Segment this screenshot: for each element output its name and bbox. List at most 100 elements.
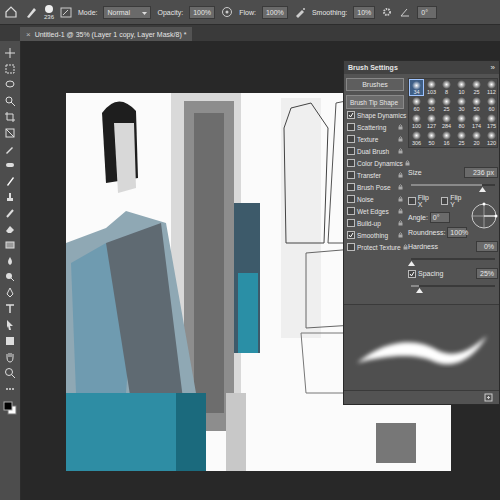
brush-option-item[interactable]: Dual Brush [346, 145, 404, 157]
hand-icon[interactable] [4, 349, 16, 361]
brush-preset[interactable]: 30 [454, 96, 469, 113]
brush-preset[interactable]: 25 [454, 130, 469, 147]
option-checkbox[interactable] [347, 195, 355, 203]
marquee-icon[interactable] [4, 61, 16, 73]
flow-field[interactable]: 100% [262, 6, 288, 19]
mode-dropdown[interactable]: Normal [103, 6, 151, 19]
brush-preset[interactable]: 100 [409, 113, 424, 130]
angle-field[interactable]: 0° [417, 6, 437, 19]
new-brush-icon[interactable] [484, 393, 493, 402]
brush-settings-icon[interactable] [60, 6, 72, 18]
brush-preset[interactable]: 103 [424, 79, 439, 96]
brush-option-item[interactable]: Brush Pose [346, 181, 404, 193]
pen-icon[interactable] [4, 285, 16, 297]
checkbox[interactable] [408, 197, 416, 205]
brush-preset[interactable]: 306 [409, 130, 424, 147]
brush-preset[interactable]: 50 [424, 96, 439, 113]
size-slider[interactable] [411, 184, 495, 186]
roundness-field[interactable]: 100% [447, 227, 467, 238]
brush-preset[interactable]: 50 [424, 130, 439, 147]
blur-icon[interactable] [4, 253, 16, 265]
brush-preset[interactable]: 120 [484, 130, 499, 147]
brush-option-item[interactable]: Scattering [346, 121, 404, 133]
option-checkbox[interactable] [347, 123, 355, 131]
lock-icon[interactable] [403, 244, 408, 250]
flip-y-checkbox[interactable]: Flip Y [441, 194, 467, 208]
lock-icon[interactable] [398, 220, 403, 226]
brush-preset[interactable]: 20 [469, 130, 484, 147]
brush-option-item[interactable]: Smoothing [346, 229, 404, 241]
lock-icon[interactable] [398, 184, 403, 190]
slider-knob-icon[interactable] [479, 186, 486, 191]
option-checkbox[interactable] [347, 243, 355, 251]
brush-preset[interactable]: 60 [484, 96, 499, 113]
brush-preset[interactable]: 284 [439, 113, 454, 130]
frame-icon[interactable] [4, 125, 16, 137]
lock-icon[interactable] [405, 160, 410, 166]
brush-preset[interactable]: 127 [424, 113, 439, 130]
option-checkbox[interactable] [347, 183, 355, 191]
flip-x-checkbox[interactable]: Flip X [408, 194, 435, 208]
brush-preset[interactable]: 25 [439, 96, 454, 113]
gear-icon[interactable] [381, 6, 393, 18]
zoom-icon[interactable] [4, 365, 16, 377]
brush-option-item[interactable]: Transfer [346, 169, 404, 181]
quick-select-icon[interactable] [4, 93, 16, 105]
type-icon[interactable] [4, 301, 16, 313]
brush-icon[interactable] [4, 173, 16, 185]
option-checkbox[interactable] [347, 147, 355, 155]
option-checkbox[interactable] [347, 219, 355, 227]
brush-option-item[interactable]: Wet Edges [346, 205, 404, 217]
angle-roundness-widget-icon[interactable] [470, 202, 498, 230]
brush-preset[interactable]: 175 [484, 113, 499, 130]
checkbox[interactable] [441, 197, 449, 205]
history-brush-icon[interactable] [4, 205, 16, 217]
path-select-icon[interactable] [4, 317, 16, 329]
option-checkbox[interactable] [347, 135, 355, 143]
crop-icon[interactable] [4, 109, 16, 121]
color-swatches-icon[interactable] [3, 401, 17, 415]
slider-knob-icon[interactable] [408, 260, 415, 265]
spacing-slider[interactable] [411, 285, 495, 287]
gradient-icon[interactable] [4, 237, 16, 249]
document-tab[interactable]: ×Untitled-1 @ 35% (Layer 1 copy, Layer M… [20, 27, 192, 41]
lock-icon[interactable] [398, 148, 403, 154]
brush-option-item[interactable]: Shape Dynamics [346, 109, 404, 121]
brush-option-item[interactable]: Build-up [346, 217, 404, 229]
lock-icon[interactable] [398, 208, 403, 214]
move-icon[interactable] [4, 45, 16, 57]
option-checkbox[interactable] [347, 231, 355, 239]
tab-close-button[interactable]: × [26, 30, 31, 39]
brush-tool-icon[interactable] [24, 5, 38, 19]
home-icon[interactable] [4, 5, 18, 19]
more-tools-icon[interactable] [4, 381, 16, 393]
panel-collapse-button[interactable]: » [491, 63, 495, 72]
option-checkbox[interactable] [347, 207, 355, 215]
brush-preset[interactable]: 112 [484, 79, 499, 96]
lasso-icon[interactable] [4, 77, 16, 89]
brush-preset[interactable]: 10 [454, 79, 469, 96]
size-field[interactable]: 236 px [464, 167, 498, 178]
hardness-slider[interactable] [411, 258, 495, 260]
lock-icon[interactable] [398, 232, 403, 238]
brush-preset-picker[interactable]: 236 [44, 4, 54, 20]
brush-preset[interactable]: 25 [469, 79, 484, 96]
brush-preset[interactable]: 174 [469, 113, 484, 130]
shape-icon[interactable] [4, 333, 16, 345]
hardness-field[interactable]: 0% [476, 241, 498, 252]
brush-preset[interactable]: 80 [454, 113, 469, 130]
eyedropper-icon[interactable] [4, 141, 16, 153]
brush-preset[interactable]: 34 [409, 79, 424, 96]
healing-icon[interactable] [4, 157, 16, 169]
lock-icon[interactable] [398, 196, 403, 202]
option-checkbox[interactable] [347, 171, 355, 179]
brush-option-item[interactable]: Protect Texture [346, 241, 404, 253]
brush-option-item[interactable]: Brush Tip Shape [346, 95, 404, 109]
option-checkbox[interactable] [347, 111, 355, 119]
angle-field[interactable]: 0° [430, 212, 450, 223]
lock-icon[interactable] [398, 124, 403, 130]
slider-knob-icon[interactable] [416, 287, 423, 292]
opacity-field[interactable]: 100% [189, 6, 215, 19]
brushes-button[interactable]: Brushes [346, 78, 404, 91]
stamp-icon[interactable] [4, 189, 16, 201]
